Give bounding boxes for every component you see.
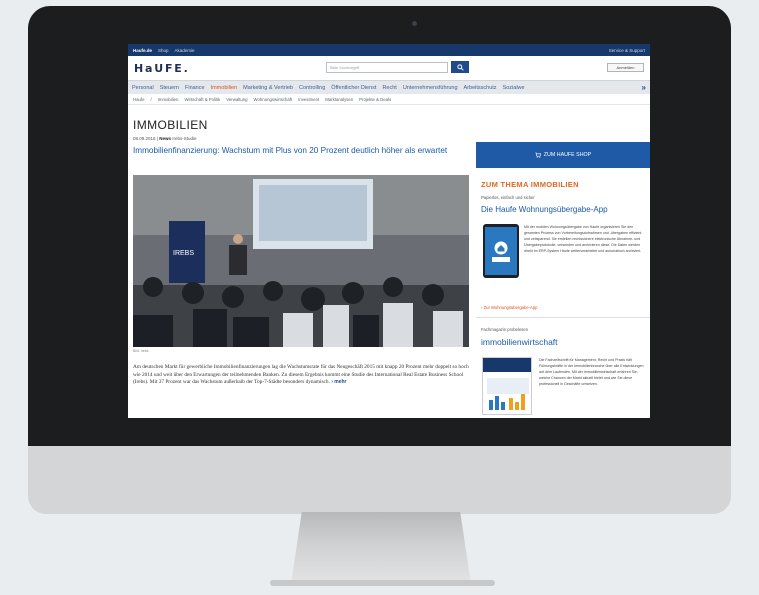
- main-navigation: Personal Steuern Finance Immobilien Mark…: [128, 80, 650, 94]
- top-utility-bar: Haufe.de Shop Akademie Service & Support: [128, 44, 650, 56]
- article-teaser-text: Am deutschen Markt für gewerbliche Immob…: [133, 364, 469, 386]
- sidebar-app-title[interactable]: Die Haufe Wohnungsübergabe-App: [481, 205, 608, 214]
- browser-screen: Haufe.de Shop Akademie Service & Support…: [128, 44, 650, 418]
- search-icon: [456, 63, 464, 71]
- article-teaser: Am deutschen Markt für gewerbliche Immob…: [133, 364, 469, 387]
- login-button[interactable]: Anmelden: [607, 63, 644, 72]
- app-tablet-image[interactable]: [483, 224, 519, 278]
- sidebar-app-link[interactable]: › Zur Wohnungsübergabe-App: [481, 305, 538, 310]
- sidebar-magazine-title[interactable]: immobilienwirtschaft: [481, 337, 558, 347]
- monitor-stand-base: [270, 580, 495, 586]
- article-meta: 08.09.2016 | News Irebs-Studie: [133, 136, 197, 141]
- sidebar-kicker-2: Fachmagazin probelesen: [481, 327, 529, 332]
- sidebar-divider: [476, 317, 650, 318]
- breadcrumb-separator: /: [150, 96, 152, 102]
- nav-item-controlling[interactable]: Controlling: [299, 85, 325, 91]
- shop-button[interactable]: ZUM HAUFE SHOP: [476, 142, 650, 168]
- subnav-item-wohnungswirtschaft[interactable]: Wohnungswirtschaft: [254, 97, 293, 102]
- article-source: Irebs-Studie: [172, 136, 197, 141]
- sidebar-heading: ZUM THEMA IMMOBILIEN: [481, 180, 579, 189]
- nav-item-oeffentlicher-dienst[interactable]: Öffentlicher Dienst: [331, 85, 376, 91]
- sidebar-app-description: Mit der mobilen Wohnungsübergabe von Hau…: [524, 225, 642, 253]
- nav-item-unternehmensfuehrung[interactable]: Unternehmensführung: [403, 85, 458, 91]
- nav-item-arbeitsschutz[interactable]: Arbeitsschutz: [464, 85, 497, 91]
- nav-item-steuern[interactable]: Steuern: [160, 85, 179, 91]
- topbar-site-link[interactable]: Haufe.de: [133, 48, 152, 53]
- monitor-chin: [28, 446, 731, 514]
- magazine-cover-image[interactable]: [482, 357, 532, 415]
- photo-caption: Bild: Irebs: [133, 349, 149, 353]
- monitor-stand: [291, 512, 471, 584]
- page-title: IMMOBILIEN: [133, 118, 208, 132]
- photo-banner-text: IREBS: [173, 250, 194, 257]
- read-more-link[interactable]: › mehr: [331, 379, 346, 385]
- breadcrumb-home[interactable]: Haufe: [133, 97, 144, 102]
- nav-item-marketing[interactable]: Marketing & Vertrieb: [243, 85, 293, 91]
- topbar-service-link[interactable]: Service & Support: [609, 48, 645, 53]
- article-category: News: [159, 136, 171, 141]
- article-date: 08.09.2016: [133, 136, 156, 141]
- sub-navigation: Haufe / Immobilien Wirtschaft & Politik …: [128, 94, 650, 105]
- sidebar-kicker: Papierlos, einfach und sicher: [481, 195, 535, 200]
- camera-icon: [412, 21, 417, 26]
- haufe-logo[interactable]: HaUFE.: [134, 62, 190, 75]
- nav-item-personal[interactable]: Personal: [132, 85, 154, 91]
- breadcrumb-immobilien[interactable]: Immobilien: [158, 97, 179, 102]
- nav-more-button[interactable]: »: [642, 83, 646, 92]
- article-headline[interactable]: Immobilienfinanzierung: Wachstum mit Plu…: [133, 145, 473, 156]
- nav-item-recht[interactable]: Recht: [382, 85, 396, 91]
- search-input[interactable]: Bitte Suchbegriff: [326, 62, 448, 73]
- nav-item-finance[interactable]: Finance: [185, 85, 205, 91]
- nav-item-immobilien[interactable]: Immobilien: [211, 85, 238, 91]
- topbar-link-akademie[interactable]: Akademie: [175, 48, 195, 53]
- shop-button-label: ZUM HAUFE SHOP: [543, 152, 592, 158]
- read-more-label: mehr: [334, 379, 347, 386]
- subnav-item-marktanalysen[interactable]: Marktanalysen: [325, 97, 353, 102]
- subnav-item-verwaltung[interactable]: Verwaltung: [226, 97, 247, 102]
- house-icon: [494, 241, 508, 254]
- sidebar-app-link-label: Zur Wohnungsübergabe-App: [483, 305, 538, 310]
- subnav-item-projekte[interactable]: Projekte & Deals: [359, 97, 391, 102]
- sidebar-magazine-description: Die Fachzeitschrift für Management, Rech…: [539, 358, 644, 386]
- subnav-item-investment[interactable]: Investment: [298, 97, 319, 102]
- article-photo[interactable]: IREBS: [133, 175, 469, 347]
- search-button[interactable]: [451, 61, 469, 73]
- topbar-link-shop[interactable]: Shop: [158, 48, 169, 53]
- nav-item-sozialwesen[interactable]: Sozialwe: [503, 85, 525, 91]
- cart-icon: [535, 152, 541, 158]
- subnav-item-wirtschaft[interactable]: Wirtschaft & Politik: [184, 97, 220, 102]
- brand-header: HaUFE. Bitte Suchbegriff Anmelden: [128, 56, 650, 80]
